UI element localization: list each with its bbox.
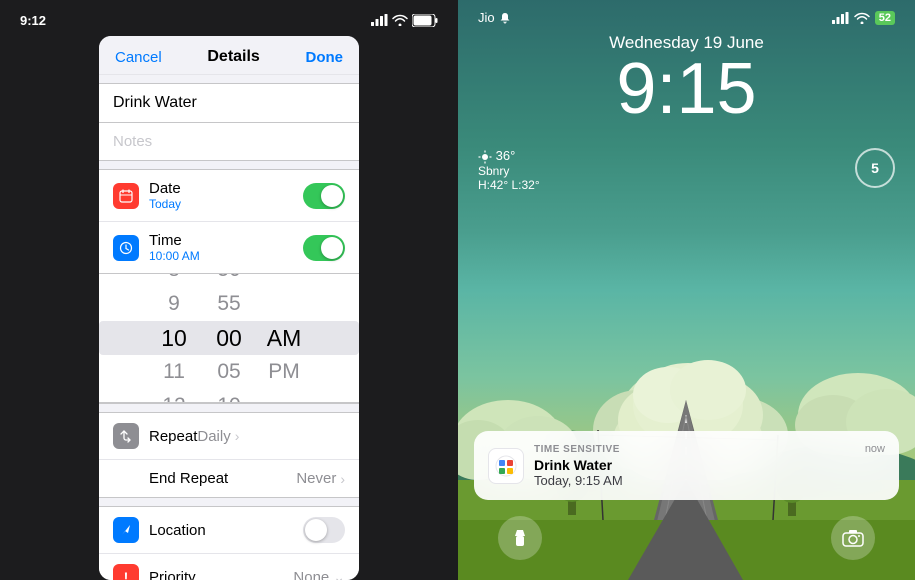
time-row: Time 10:00 AM bbox=[99, 221, 359, 273]
weather-location: Sbnry bbox=[478, 164, 540, 178]
reminder-title[interactable]: Drink Water bbox=[99, 84, 359, 122]
period-column[interactable]: AM PM bbox=[257, 273, 312, 403]
right-status-icons: 52 bbox=[832, 11, 895, 25]
right-wifi-icon bbox=[854, 12, 870, 24]
weather-temp: 36° bbox=[478, 148, 540, 164]
carrier-info: Jio bbox=[478, 10, 511, 25]
hour-11: 11 bbox=[147, 355, 202, 389]
left-status-bar: 9:12 bbox=[0, 0, 458, 32]
notif-content: TIME SENSITIVE now Drink Water Today, 9:… bbox=[534, 443, 885, 488]
repeat-arrow-icon bbox=[119, 429, 133, 443]
min-10: 10 bbox=[202, 389, 257, 403]
location-icon bbox=[113, 517, 139, 543]
hour-8: 8 bbox=[147, 273, 202, 287]
timer-widget[interactable]: 5 bbox=[855, 148, 895, 188]
end-repeat-chevron: › bbox=[340, 471, 345, 487]
repeat-icon bbox=[113, 423, 139, 449]
end-repeat-value: Never bbox=[296, 470, 336, 487]
notes-placeholder[interactable]: Notes bbox=[99, 122, 359, 160]
period-empty2 bbox=[257, 273, 312, 287]
camera-icon bbox=[842, 529, 864, 547]
weather-range: H:42° L:32° bbox=[478, 178, 540, 192]
sun-icon bbox=[478, 150, 492, 164]
min-05: 05 bbox=[202, 355, 257, 389]
priority-chevron: ⌄ bbox=[333, 569, 345, 580]
left-phone: 9:12 Cancel Details bbox=[0, 0, 458, 580]
notif-title: Drink Water bbox=[534, 457, 885, 473]
hour-10-selected: 10 bbox=[147, 321, 202, 355]
location-row[interactable]: Location bbox=[99, 507, 359, 553]
flashlight-icon bbox=[510, 528, 530, 548]
min-50: 50 bbox=[202, 273, 257, 287]
battery-icon bbox=[412, 14, 438, 27]
period-am-selected: AM bbox=[257, 321, 312, 355]
left-time: 9:12 bbox=[20, 13, 46, 28]
time-toggle[interactable] bbox=[303, 235, 345, 261]
priority-value: None bbox=[293, 569, 329, 580]
minutes-column[interactable]: 45 50 55 00 05 10 15 bbox=[202, 273, 257, 403]
wifi-icon bbox=[392, 14, 408, 26]
right-signal-icon bbox=[832, 12, 849, 24]
period-pm: PM bbox=[257, 355, 312, 389]
repeat-section: Repeat Daily › End Repeat Never › bbox=[99, 412, 359, 498]
reminders-icon bbox=[492, 452, 520, 480]
end-repeat-row[interactable]: End Repeat Never › bbox=[99, 459, 359, 497]
min-55: 55 bbox=[202, 287, 257, 321]
phone-screen: Cancel Details Done Drink Water Notes bbox=[99, 36, 359, 580]
location-priority-section: Location ! Priority None ⌄ bbox=[99, 506, 359, 580]
battery-percent: 52 bbox=[875, 11, 895, 25]
title-section: Drink Water Notes bbox=[99, 83, 359, 161]
nav-bar: Cancel Details Done bbox=[99, 36, 359, 75]
notif-type: TIME SENSITIVE bbox=[534, 444, 620, 455]
weather-widget: 36° Sbnry H:42° L:32° bbox=[478, 148, 540, 192]
notif-subtitle: Today, 9:15 AM bbox=[534, 473, 885, 488]
camera-button[interactable] bbox=[831, 516, 875, 560]
notif-header: TIME SENSITIVE now bbox=[534, 443, 885, 455]
details-title: Details bbox=[207, 48, 259, 66]
repeat-value: Daily bbox=[197, 428, 230, 445]
notif-app-icon bbox=[488, 448, 524, 484]
lockscreen-bottom-dock bbox=[458, 516, 915, 560]
hour-12: 12 bbox=[147, 389, 202, 403]
calendar-icon bbox=[119, 189, 133, 203]
done-button[interactable]: Done bbox=[305, 49, 343, 66]
carrier-name: Jio bbox=[478, 10, 495, 25]
notif-time: now bbox=[865, 443, 885, 455]
time-picker[interactable]: 7 8 9 10 11 12 1 45 50 55 00 05 10 15 bbox=[99, 273, 359, 403]
location-arrow-icon bbox=[120, 523, 132, 537]
date-label: Date Today bbox=[149, 180, 303, 211]
repeat-chevron: › bbox=[235, 428, 240, 444]
period-empty3 bbox=[257, 287, 312, 321]
right-phone: Jio 52 bbox=[458, 0, 915, 580]
date-toggle[interactable] bbox=[303, 183, 345, 209]
lockscreen-time: 9:15 bbox=[616, 53, 756, 125]
date-icon bbox=[113, 183, 139, 209]
notification-bell-icon bbox=[499, 12, 511, 24]
date-row: Date Today bbox=[99, 170, 359, 221]
period-empty4 bbox=[257, 389, 312, 403]
hours-column[interactable]: 7 8 9 10 11 12 1 bbox=[147, 273, 202, 403]
min-00-selected: 00 bbox=[202, 321, 257, 355]
date-time-section: Date Today Time 10:00 AM bbox=[99, 169, 359, 404]
left-status-icons bbox=[371, 14, 438, 27]
clock-icon bbox=[119, 241, 133, 255]
time-label: Time 10:00 AM bbox=[149, 232, 303, 263]
cancel-button[interactable]: Cancel bbox=[115, 49, 162, 66]
time-icon bbox=[113, 235, 139, 261]
signal-icon bbox=[371, 14, 388, 26]
priority-row[interactable]: ! Priority None ⌄ bbox=[99, 553, 359, 580]
lockscreen: Jio 52 bbox=[458, 0, 915, 580]
flashlight-button[interactable] bbox=[498, 516, 542, 560]
location-toggle[interactable] bbox=[303, 517, 345, 543]
priority-icon: ! bbox=[113, 564, 139, 580]
hour-9: 9 bbox=[147, 287, 202, 321]
repeat-row[interactable]: Repeat Daily › bbox=[99, 413, 359, 459]
notification-card: TIME SENSITIVE now Drink Water Today, 9:… bbox=[474, 431, 899, 500]
right-status-bar: Jio 52 bbox=[458, 0, 915, 25]
